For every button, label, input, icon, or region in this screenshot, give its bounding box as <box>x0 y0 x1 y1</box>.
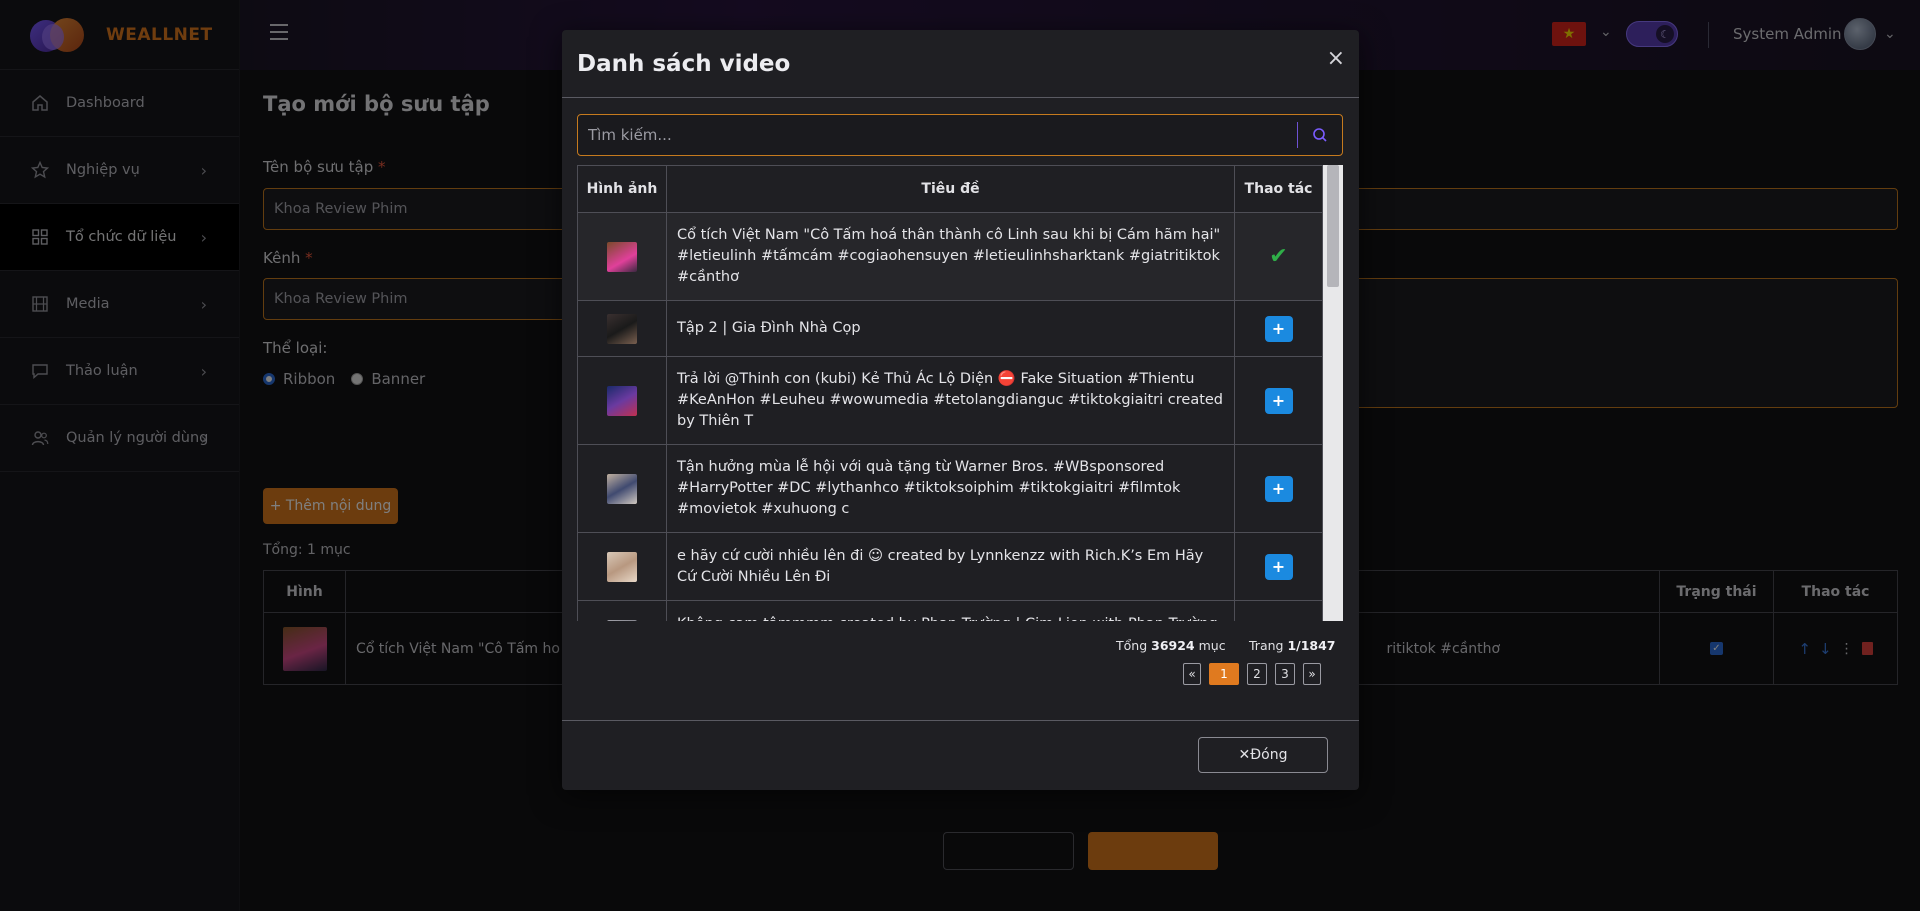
page-button-3[interactable]: 3 <box>1275 663 1295 685</box>
video-list-modal: Danh sách video × Hình ảnh Tiêu đề Thao … <box>562 30 1359 790</box>
col-header-title: Tiêu đề <box>666 165 1235 213</box>
scrollbar-thumb[interactable] <box>1327 165 1339 287</box>
video-thumbnail <box>607 551 637 582</box>
video-table-container: Hình ảnh Tiêu đề Thao tác Cổ tích Việt N… <box>577 165 1343 621</box>
total-count-label: Tổng 36924 mục <box>1116 638 1226 653</box>
video-thumbnail <box>607 473 637 504</box>
video-title: Tận hưởng mùa lễ hội với quà tặng từ War… <box>666 444 1235 533</box>
video-title: Trả lời @Thinh con (kubi) Kẻ Thủ Ác Lộ D… <box>666 356 1235 445</box>
search-icon[interactable] <box>1298 115 1342 155</box>
table-row: Không cam tâmmmm created by Phan Trường … <box>577 600 1323 621</box>
page-next-button[interactable]: » <box>1303 663 1321 685</box>
video-title: e hãy cứ cười nhiều lên đi ☺ created by … <box>666 532 1235 601</box>
page-prev-button[interactable]: « <box>1183 663 1201 685</box>
add-video-button[interactable]: + <box>1264 387 1293 414</box>
add-video-button[interactable]: + <box>1264 475 1293 502</box>
video-title: Cổ tích Việt Nam "Cô Tấm hoá thân thành … <box>666 212 1235 301</box>
col-header-image: Hình ảnh <box>577 165 667 213</box>
col-header-actions: Thao tác <box>1234 165 1323 213</box>
search-input[interactable] <box>578 126 1297 144</box>
table-row: Tận hưởng mùa lễ hội với quà tặng từ War… <box>577 444 1323 533</box>
page-button-2[interactable]: 2 <box>1247 663 1267 685</box>
modal-title: Danh sách video <box>577 50 791 77</box>
add-video-button[interactable]: + <box>1264 553 1293 580</box>
page-indicator: Trang 1/1847 <box>1249 638 1336 653</box>
table-scrollbar[interactable] <box>1323 165 1343 621</box>
page-button-1[interactable]: 1 <box>1209 663 1239 685</box>
add-video-button[interactable]: + <box>1264 315 1293 342</box>
total-count: 36924 <box>1151 638 1195 653</box>
video-thumbnail <box>607 313 637 344</box>
table-row: Trả lời @Thinh con (kubi) Kẻ Thủ Ác Lộ D… <box>577 356 1323 445</box>
check-icon[interactable]: ✔ <box>1235 246 1322 268</box>
video-thumbnail <box>607 241 637 272</box>
search-box <box>577 114 1343 156</box>
video-thumbnail <box>607 619 637 621</box>
video-thumbnail <box>607 385 637 416</box>
pagination: « 1 2 3 » <box>1183 663 1321 685</box>
table-row: e hãy cứ cười nhiều lên đi ☺ created by … <box>577 532 1323 601</box>
close-icon[interactable]: × <box>1327 46 1345 71</box>
video-title: Tập 2 | Gia Đình Nhà Cọp <box>666 300 1235 357</box>
page-value: 1/1847 <box>1287 638 1336 653</box>
close-button[interactable]: ✕Đóng <box>1198 737 1328 773</box>
video-table: Hình ảnh Tiêu đề Thao tác Cổ tích Việt N… <box>577 165 1323 621</box>
table-row: Tập 2 | Gia Đình Nhà Cọp + <box>577 300 1323 357</box>
modal-header: Danh sách video × <box>562 30 1359 98</box>
modal-footer-divider <box>562 720 1359 721</box>
video-title: Không cam tâmmmm created by Phan Trường … <box>666 600 1235 621</box>
table-row: Cổ tích Việt Nam "Cô Tấm hoá thân thành … <box>577 212 1323 301</box>
